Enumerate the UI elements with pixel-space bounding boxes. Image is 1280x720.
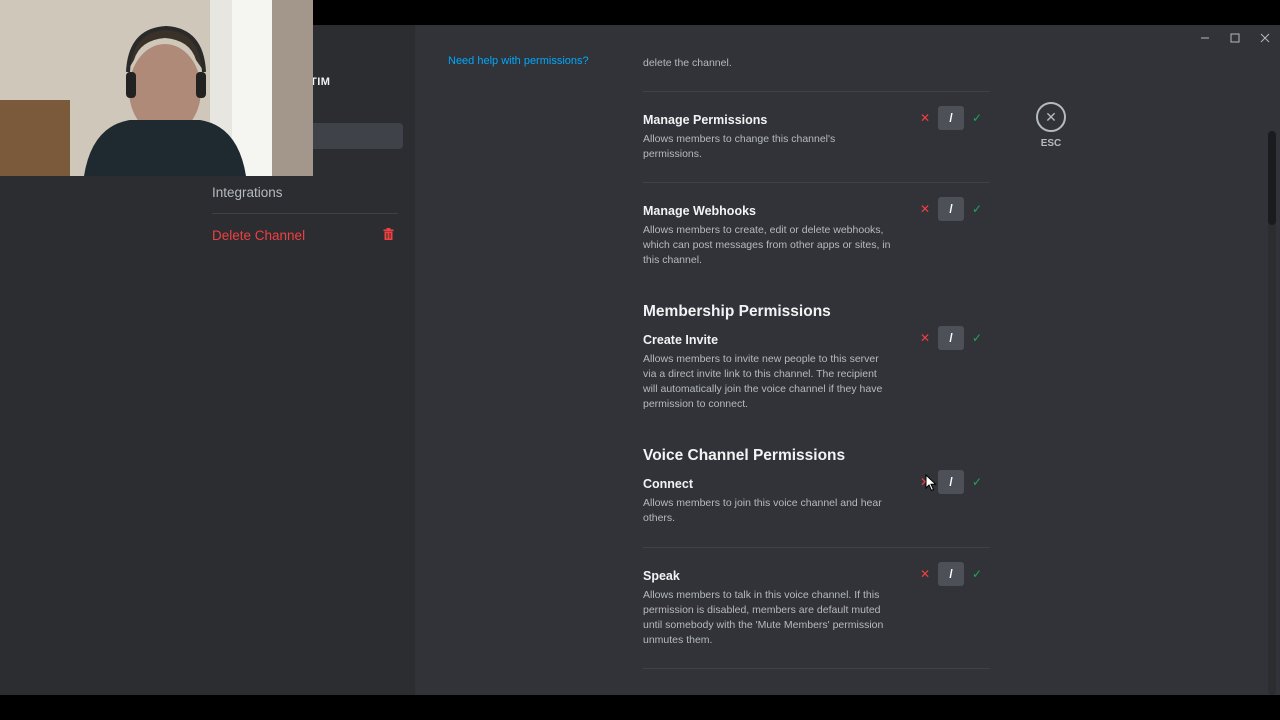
sidebar-item-selected[interactable] [300,123,403,149]
trash-icon [383,227,394,243]
permission-toggle: ✕ / ✓ [912,106,990,130]
neutral-button[interactable]: / [938,106,964,130]
permission-description: Allows members to create, edit or delete… [643,224,891,266]
deny-button[interactable]: ✕ [912,326,938,350]
check-icon: ✓ [971,567,983,581]
mouse-cursor-icon [925,473,937,497]
neutral-button[interactable]: / [938,326,964,350]
neutral-button[interactable]: / [938,562,964,586]
scrollbar-thumb[interactable] [1268,131,1276,225]
permission-divider [643,668,990,669]
close-circle-icon: ✕ [1036,102,1066,132]
permission-toggle: ✕ / ✓ [912,562,990,586]
neutral-button[interactable]: / [938,470,964,494]
sidebar-item-integrations[interactable]: Integrations [204,176,402,208]
permission-description: Allows members to invite new people to t… [643,353,883,410]
check-icon: ✓ [971,331,983,345]
close-icon[interactable] [1250,25,1280,51]
permission-divider [643,547,990,548]
permission-speak: Speak Allows members to talk in this voi… [643,562,990,648]
allow-button[interactable]: ✓ [964,562,990,586]
sidebar-divider [212,213,398,214]
allow-button[interactable]: ✓ [964,470,990,494]
deny-button[interactable]: ✕ [912,106,938,130]
allow-button[interactable]: ✓ [964,326,990,350]
permission-toggle: ✕ / ✓ [912,197,990,221]
x-icon: ✕ [919,202,931,216]
maximize-icon[interactable] [1220,25,1250,51]
permission-description: Allows members to change this channel's … [643,133,836,160]
sidebar-item-delete-channel[interactable]: Delete Channel [204,219,402,251]
permission-connect: Connect Allows members to join this voic… [643,470,990,526]
permission-divider [643,91,990,92]
permission-divider [643,182,990,183]
check-icon: ✓ [971,475,983,489]
scrollbar[interactable] [1268,131,1276,695]
deny-button[interactable]: ✕ [912,562,938,586]
help-permissions-link[interactable]: Need help with permissions? [448,55,589,67]
slash-icon: / [949,331,953,345]
permission-toggle: ✕ / ✓ [912,470,990,494]
slash-icon: / [949,567,953,581]
check-icon: ✓ [971,111,983,125]
esc-label: ESC [1040,138,1062,149]
x-icon: ✕ [919,567,931,581]
permission-description: Allows members to talk in this voice cha… [643,589,884,646]
slash-icon: / [949,475,953,489]
permission-toggle: ✕ / ✓ [912,326,990,350]
permission-manage-webhooks: Manage Webhooks Allows members to create… [643,197,990,268]
server-title: TIM [310,76,331,88]
slash-icon: / [949,111,953,125]
x-icon: ✕ [919,111,931,125]
neutral-button[interactable]: / [938,197,964,221]
allow-button[interactable]: ✓ [964,106,990,130]
slash-icon: / [949,202,953,216]
esc-close-button[interactable]: ✕ ESC [1036,102,1066,149]
check-icon: ✓ [971,202,983,216]
minimize-icon[interactable] [1190,25,1220,51]
permission-description: Allows members to join this voice channe… [643,497,882,524]
deny-button[interactable]: ✕ [912,197,938,221]
permission-description-partial: delete the channel. [643,57,732,69]
webcam-overlay [0,0,313,176]
section-heading: Membership Permissions [643,303,831,320]
section-heading: Voice Channel Permissions [643,447,846,464]
allow-button[interactable]: ✓ [964,197,990,221]
sidebar-item-label: Delete Channel [212,227,306,243]
x-icon: ✕ [919,331,931,345]
permission-manage-permissions: Manage Permissions Allows members to cha… [643,106,990,162]
window-controls [1190,25,1280,51]
permission-create-invite: Create Invite Allows members to invite n… [643,326,990,412]
sidebar-item-label: Integrations [212,184,283,200]
